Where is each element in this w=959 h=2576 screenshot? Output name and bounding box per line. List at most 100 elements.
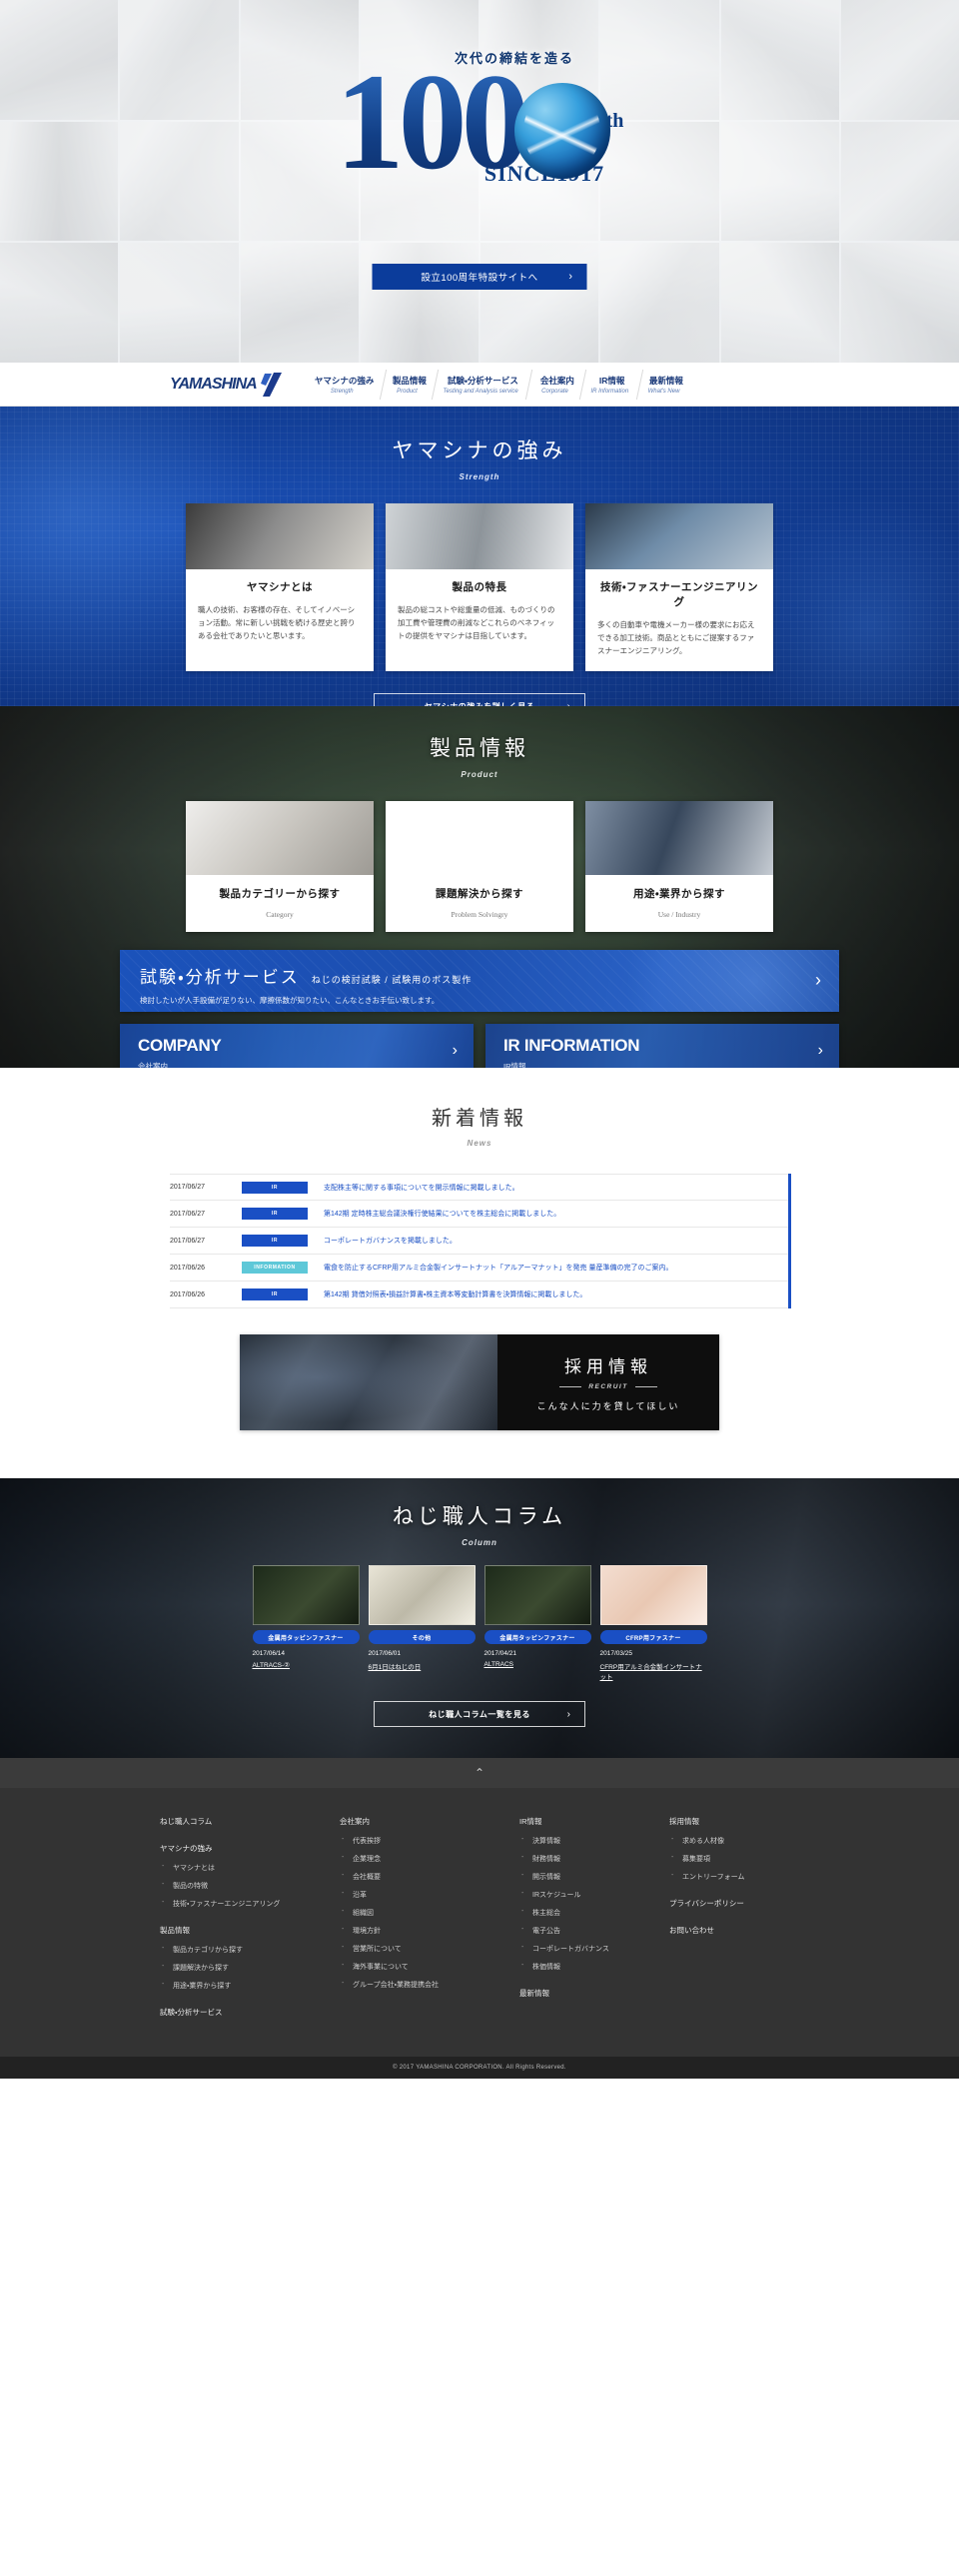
logo-wordmark: YAMASHINA [170,375,258,393]
strength-card-title: 製品の特長 [452,581,507,593]
footer-link[interactable]: 代表挨拶 [340,1836,519,1846]
footer-head-recruit[interactable]: 採用情報 [669,1816,799,1827]
footer-link[interactable]: 募集要項 [669,1854,799,1864]
strength-card-about[interactable]: ヤマシナとは 職人の技術、お客様の存在、そしてイノベーション活動。常に新しい挑戦… [186,503,374,672]
footer-link[interactable]: 決算情報 [519,1836,669,1846]
strength-card-engineering[interactable]: 技術・ファスナーエンジニアリング 多くの自動車や電機メーカー様の要求にお応えでき… [585,503,773,672]
news-date: 2017/06/27 [170,1184,206,1191]
footer-head-product[interactable]: 製品情報 [160,1925,340,1936]
column-card-link[interactable]: CFRP用アルミ合金製インサートナット [600,1661,707,1681]
nav-item-testing-analysis[interactable]: 試験・分析サービス Testing and Analysis service [433,369,533,400]
footer-link[interactable]: 株価情報 [519,1962,669,1972]
footer-link[interactable]: 製品の特徴 [160,1881,340,1891]
footer-link[interactable]: 開示情報 [519,1872,669,1882]
footer-link[interactable]: 組織図 [340,1908,519,1918]
column-card-tag: CFRP用ファスナー [599,1630,707,1644]
footer-link[interactable]: 企業理念 [340,1854,519,1864]
footer-head-column[interactable]: ねじ職人コラム [160,1816,340,1827]
column-list-button[interactable]: ねじ職人コラム一覧を見る › [374,1701,585,1727]
footer-head-strength[interactable]: ヤマシナの強み [160,1843,340,1854]
recruit-banner[interactable]: 採用情報 RECRUIT こんな人に力を貸してほしい [240,1334,719,1430]
column-title-en: Column [462,1538,497,1547]
footer-head-privacy-policy[interactable]: プライバシーポリシー [669,1898,799,1909]
footer-link[interactable]: 会社概要 [340,1872,519,1882]
nav-item-corporate[interactable]: 会社案内 Corporate [526,369,586,400]
footer-head-contact[interactable]: お問い合わせ [669,1925,799,1936]
strength-card-features[interactable]: 製品の特長 製品の総コストや総重量の低減、ものづくりの加工費や管理費の削減などこ… [386,503,573,672]
footer-link[interactable]: 用途・業界から探す [160,1981,340,1991]
recruit-banner-photo [240,1334,497,1430]
news-row[interactable]: 2017/06/27 IR 支配株主等に関する事項についてを開示情報に掲載しまし… [170,1174,789,1201]
product-card-body: 製品カテゴリーから探す Category [186,875,374,932]
news-date: 2017/06/27 [170,1210,206,1218]
nav-item-label-en: Product [397,388,419,395]
news-title: 電食を防止するCFRP用アルミ合金製インサートナット「アルアーマナット」を発売 … [324,1265,673,1272]
footer-head-ir[interactable]: IR情報 [519,1816,669,1827]
footer-head-whats-new[interactable]: 最新情報 [519,1988,669,1999]
footer-link[interactable]: 海外事業について [340,1962,519,1972]
footer-link[interactable]: 技術・ファスナーエンジニアリング [160,1899,340,1909]
column-card-link[interactable]: ALTRACS-② [253,1661,360,1669]
site-header: YAMASHINA ヤマシナの強み Strength 製品情報 Product … [0,363,959,407]
strength-title-ja: ヤマシナの強み [392,438,567,462]
product-card-problem-solving[interactable]: 課題解決から探す Problem Solvingry [386,801,573,932]
anniversary-site-button[interactable]: 設立100周年特設サイトへ › [372,264,587,290]
footer-head-corporate[interactable]: 会社案内 [340,1816,519,1827]
nav-item-product[interactable]: 製品情報 Product [380,369,440,400]
nav-item-label-en: Corporate [540,388,568,395]
nav-item-label-ja: ヤマシナの強み [314,375,375,386]
divider-line-right [634,1386,657,1387]
nav-item-ir[interactable]: IR情報 IR Information [579,369,643,400]
ir-banner-title-en: IR INFORMATION [503,1036,640,1055]
column-card-date: 2017/03/25 [599,1650,633,1657]
footer-link[interactable]: 課題解決から探す [160,1963,340,1973]
news-row[interactable]: 2017/06/27 IR コーポレートガバナンスを掲載しました。 [170,1228,789,1255]
back-to-top-button[interactable]: ⌃ [0,1758,959,1788]
product-card-category[interactable]: 製品カテゴリーから探す Category [186,801,374,932]
column-heading: ねじ職人コラム Column [0,1478,959,1547]
column-card[interactable]: 金属用タッピンファスナー 2017/04/21 ALTRACS [483,1565,591,1681]
column-card-thumbnail [599,1565,707,1625]
column-card[interactable]: その他 2017/06/01 6月1日はねじの日 [368,1565,476,1681]
footer-link[interactable]: 株主総会 [519,1908,669,1918]
nav-item-strength[interactable]: ヤマシナの強み Strength [301,369,387,400]
footer-link[interactable]: 営業所について [340,1944,519,1954]
strength-card-desc: 多くの自動車や電機メーカー様の要求にお応えできる加工技術。商品とともにご提案する… [597,620,755,656]
news-row[interactable]: 2017/06/26 IR 第142期 貸借対照表・損益計算書・株主資本等変動計… [170,1282,789,1308]
footer-link[interactable]: エントリーフォーム [669,1872,799,1882]
footer-link[interactable]: 沿革 [340,1890,519,1900]
company-banner[interactable]: COMPANY 会社案内 › [120,1024,474,1068]
footer-link[interactable]: ヤマシナとは [160,1863,340,1873]
product-card-use-industry[interactable]: 用途・業界から探す Use / Industry [585,801,773,932]
news-date: 2017/06/27 [170,1237,206,1245]
product-card-image [186,801,374,875]
column-card[interactable]: 金属用タッピンファスナー 2017/06/14 ALTRACS-② [252,1565,360,1681]
testing-analysis-banner[interactable]: 試験・分析サービス ねじの検討試験 / 試験用のボス製作 検討したいが人手設備が… [120,950,839,1012]
footer-link[interactable]: 環境方針 [340,1926,519,1936]
site-logo[interactable]: YAMASHINA [170,372,283,398]
news-row[interactable]: 2017/06/27 IR 第142期 定時株主総会議決権行使結果についてを株主… [170,1201,789,1228]
news-row[interactable]: 2017/06/26 INFORMATION 電食を防止するCFRP用アルミ合金… [170,1255,789,1282]
column-card[interactable]: CFRP用ファスナー 2017/03/25 CFRP用アルミ合金製インサートナッ… [599,1565,707,1681]
footer-link[interactable]: 求める人材像 [669,1836,799,1846]
product-card-title-ja: 製品カテゴリーから探す [219,888,341,900]
strength-section: ヤマシナの強み Strength ヤマシナとは 職人の技術、お客様の存在、そして… [0,407,959,706]
recruit-title-ja: 採用情報 [564,1357,652,1376]
footer-link[interactable]: IRスケジュール [519,1890,669,1900]
column-card-thumbnail [368,1565,476,1625]
footer-link[interactable]: 財務情報 [519,1854,669,1864]
nav-item-whats-new[interactable]: 最新情報 What's New [636,370,694,400]
column-card-tag: 金属用タッピンファスナー [252,1630,360,1644]
footer-link[interactable]: 製品カテゴリから探す [160,1945,340,1955]
chevron-right-icon: › [452,1042,458,1059]
site-footer: ねじ職人コラム ヤマシナの強み ヤマシナとは 製品の特徴 技術・ファスナーエンジ… [0,1788,959,2057]
strength-more-button[interactable]: ヤマシナの強みを詳しく見る › [374,693,585,706]
footer-head-testing[interactable]: 試験・分析サービス [160,2007,340,2018]
footer-link[interactable]: グループ会社・業務提携会社 [340,1980,519,1990]
column-card-link[interactable]: ALTRACS [484,1661,591,1668]
footer-link[interactable]: コーポレートガバナンス [519,1944,669,1954]
footer-link[interactable]: 電子公告 [519,1926,669,1936]
ir-information-banner[interactable]: IR INFORMATION IR情報 › [485,1024,839,1068]
news-date: 2017/06/26 [170,1290,206,1298]
column-card-link[interactable]: 6月1日はねじの日 [369,1661,476,1671]
